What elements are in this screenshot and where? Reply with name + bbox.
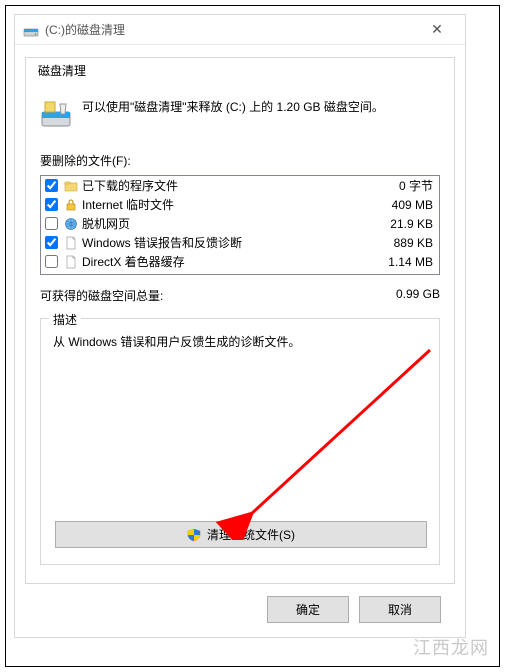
total-label: 可获得的磁盘空间总量: [40,287,360,304]
list-item[interactable]: DirectX 着色器缓存 1.14 MB [41,252,439,271]
item-size: 1.14 MB [373,255,433,269]
tab-disk-cleanup[interactable]: 磁盘清理 [25,57,455,84]
description-text: 从 Windows 错误和用户反馈生成的诊断文件。 [53,333,427,350]
list-item[interactable]: Windows 错误报告和反馈诊断 889 KB [41,233,439,252]
drive-icon [23,22,39,38]
files-label: 要删除的文件(F): [40,152,440,169]
list-item[interactable]: Internet 临时文件 409 MB [41,195,439,214]
item-checkbox[interactable] [45,236,58,249]
item-size: 409 MB [373,198,433,212]
item-name: DirectX 着色器缓存 [82,253,369,270]
item-checkbox[interactable] [45,179,58,192]
ok-button[interactable]: 确定 [267,596,349,623]
info-row: 可以使用"磁盘清理"来释放 (C:) 上的 1.20 GB 磁盘空间。 [40,98,440,130]
lock-icon [64,198,78,212]
list-item[interactable]: 已下载的程序文件 0 字节 [41,176,439,195]
disk-cleanup-icon [40,98,72,130]
file-icon [64,236,78,250]
item-name: 已下载的程序文件 [82,177,369,194]
item-size: 889 KB [373,236,433,250]
info-text: 可以使用"磁盘清理"来释放 (C:) 上的 1.20 GB 磁盘空间。 [82,98,384,117]
item-size: 21.9 KB [373,217,433,231]
clean-button-label: 清理系统文件(S) [207,526,295,543]
total-value: 0.99 GB [360,287,440,304]
item-size: 0 字节 [373,177,433,194]
watermark: 江西龙网 [413,634,489,660]
folder-icon [64,179,78,193]
close-button[interactable]: ✕ [417,21,457,38]
item-name: Internet 临时文件 [82,196,369,213]
titlebar: (C:)的磁盘清理 ✕ [15,15,465,45]
file-list[interactable]: 已下载的程序文件 0 字节 Internet 临时文件 409 MB 脱机网页 … [40,175,440,275]
window-title: (C:)的磁盘清理 [45,21,411,38]
globe-icon [64,217,78,231]
dialog-window: (C:)的磁盘清理 ✕ 磁盘清理 可以使用"磁盘清理"来释放 (C:) 上的 1… [14,14,466,638]
item-checkbox[interactable] [45,198,58,211]
list-item[interactable]: 脱机网页 21.9 KB [41,214,439,233]
item-name: 脱机网页 [82,215,369,232]
tab-area: 磁盘清理 可以使用"磁盘清理"来释放 (C:) 上的 1.20 GB 磁盘空间。… [15,45,465,637]
description-groupbox: 描述 从 Windows 错误和用户反馈生成的诊断文件。 清理系统文件(S) [40,318,440,565]
item-checkbox[interactable] [45,255,58,268]
clean-system-files-button[interactable]: 清理系统文件(S) [55,521,427,548]
item-name: Windows 错误报告和反馈诊断 [82,234,369,251]
tab-panel: 可以使用"磁盘清理"来释放 (C:) 上的 1.20 GB 磁盘空间。 要删除的… [25,83,455,584]
tab-label: 磁盘清理 [38,64,86,78]
button-bar: 确定 取消 [25,584,455,637]
uac-shield-icon [187,528,201,542]
file-icon [64,255,78,269]
item-checkbox[interactable] [45,217,58,230]
total-row: 可获得的磁盘空间总量: 0.99 GB [40,287,440,304]
groupbox-legend: 描述 [49,311,81,328]
cancel-button[interactable]: 取消 [359,596,441,623]
